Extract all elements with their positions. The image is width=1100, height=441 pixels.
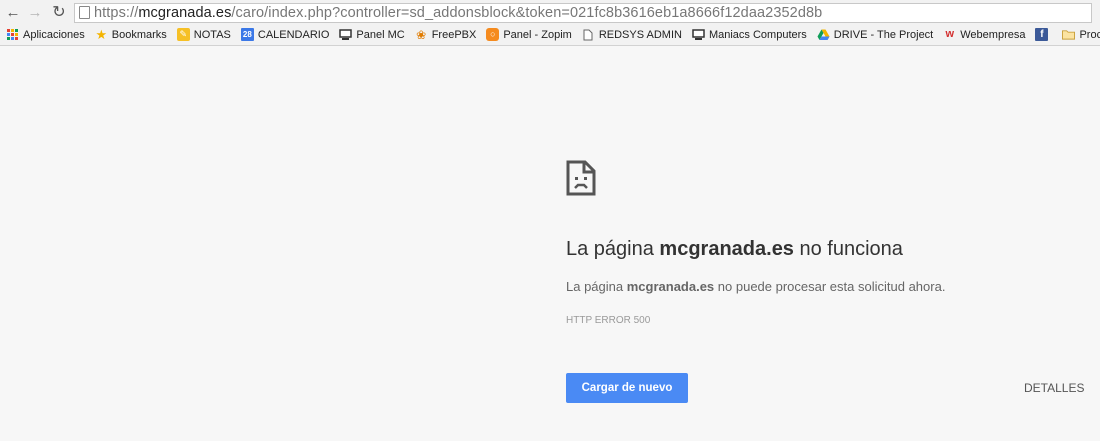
url-text[interactable]: https://mcgranada.es/caro/index.php?cont… bbox=[94, 5, 822, 21]
reload-icon[interactable]: ↻ bbox=[48, 1, 70, 23]
bookmark-redsys-admin[interactable]: REDSYS ADMIN bbox=[582, 28, 682, 41]
bookmark-calendario[interactable]: 28 CALENDARIO bbox=[240, 28, 330, 41]
error-title: La página mcgranada.es no funciona bbox=[566, 238, 903, 260]
bookmark-label: DRIVE - The Project bbox=[833, 28, 934, 41]
facebook-icon: f bbox=[1035, 28, 1049, 41]
bookmark-label: Webempresa bbox=[960, 28, 1026, 41]
address-bar[interactable]: https://mcgranada.es/caro/index.php?cont… bbox=[74, 2, 1092, 23]
sad-page-icon bbox=[566, 160, 596, 196]
bookmark-procesing[interactable]: Procesing... ! bbox=[1062, 28, 1100, 41]
zopim-icon: ○ bbox=[486, 28, 500, 41]
page-icon bbox=[582, 28, 595, 41]
bookmark-label: CALENDARIO bbox=[257, 28, 330, 41]
bookmark-label: FreePBX bbox=[431, 28, 477, 41]
error-description: La página mcgranada.es no puede procesar… bbox=[566, 279, 946, 294]
webempresa-icon: w bbox=[945, 28, 955, 40]
bookmark-drive[interactable]: DRIVE - The Project bbox=[817, 28, 933, 41]
bookmarks-bar: Aplicaciones ★ Bookmarks ✎ NOTAS 28 CALE… bbox=[0, 24, 1100, 46]
bookmark-aplicaciones[interactable]: Aplicaciones bbox=[6, 28, 85, 41]
bookmark-notas[interactable]: ✎ NOTAS bbox=[176, 28, 231, 41]
notes-icon: ✎ bbox=[176, 28, 190, 41]
monitor-icon bbox=[339, 28, 353, 41]
bookmark-label: Panel MC bbox=[356, 28, 405, 41]
bookmark-label: Panel - Zopim bbox=[503, 28, 572, 41]
star-icon: ★ bbox=[95, 27, 108, 42]
reload-button[interactable]: Cargar de nuevo bbox=[566, 373, 688, 403]
error-code: HTTP ERROR 500 bbox=[566, 315, 651, 326]
bookmark-webempresa[interactable]: w Webempresa bbox=[943, 28, 1025, 41]
bookmark-label: Bookmarks bbox=[111, 28, 167, 41]
bookmark-facebook[interactable]: f bbox=[1035, 28, 1052, 41]
bookmark-label: REDSYS ADMIN bbox=[598, 28, 682, 41]
page-icon bbox=[79, 6, 90, 19]
back-arrow-icon[interactable]: ← bbox=[2, 1, 24, 23]
browser-toolbar: ← → ↻ https://mcgranada.es/caro/index.ph… bbox=[0, 0, 1100, 24]
folder-icon bbox=[1062, 28, 1076, 41]
details-button[interactable]: DETALLES bbox=[1024, 381, 1084, 395]
bookmark-freepbx[interactable]: ❀ FreePBX bbox=[415, 27, 477, 42]
bookmark-label: Maniacs Computers bbox=[708, 28, 807, 41]
bookmark-panel-mc[interactable]: Panel MC bbox=[339, 28, 405, 41]
drive-icon bbox=[817, 28, 830, 41]
calendar-icon: 28 bbox=[240, 28, 254, 41]
freepbx-icon: ❀ bbox=[416, 27, 427, 42]
bookmark-panel-zopim[interactable]: ○ Panel - Zopim bbox=[486, 28, 572, 41]
bookmark-bookmarks[interactable]: ★ Bookmarks bbox=[95, 27, 167, 42]
forward-arrow-icon[interactable]: → bbox=[24, 1, 46, 23]
apps-grid-icon bbox=[6, 28, 19, 41]
bookmark-maniacs-computers[interactable]: Maniacs Computers bbox=[692, 28, 807, 41]
bookmark-label: Aplicaciones bbox=[23, 28, 85, 41]
bookmark-label: Procesing... ! bbox=[1079, 28, 1100, 41]
monitor-icon bbox=[692, 28, 705, 41]
bookmark-label: NOTAS bbox=[193, 28, 231, 41]
